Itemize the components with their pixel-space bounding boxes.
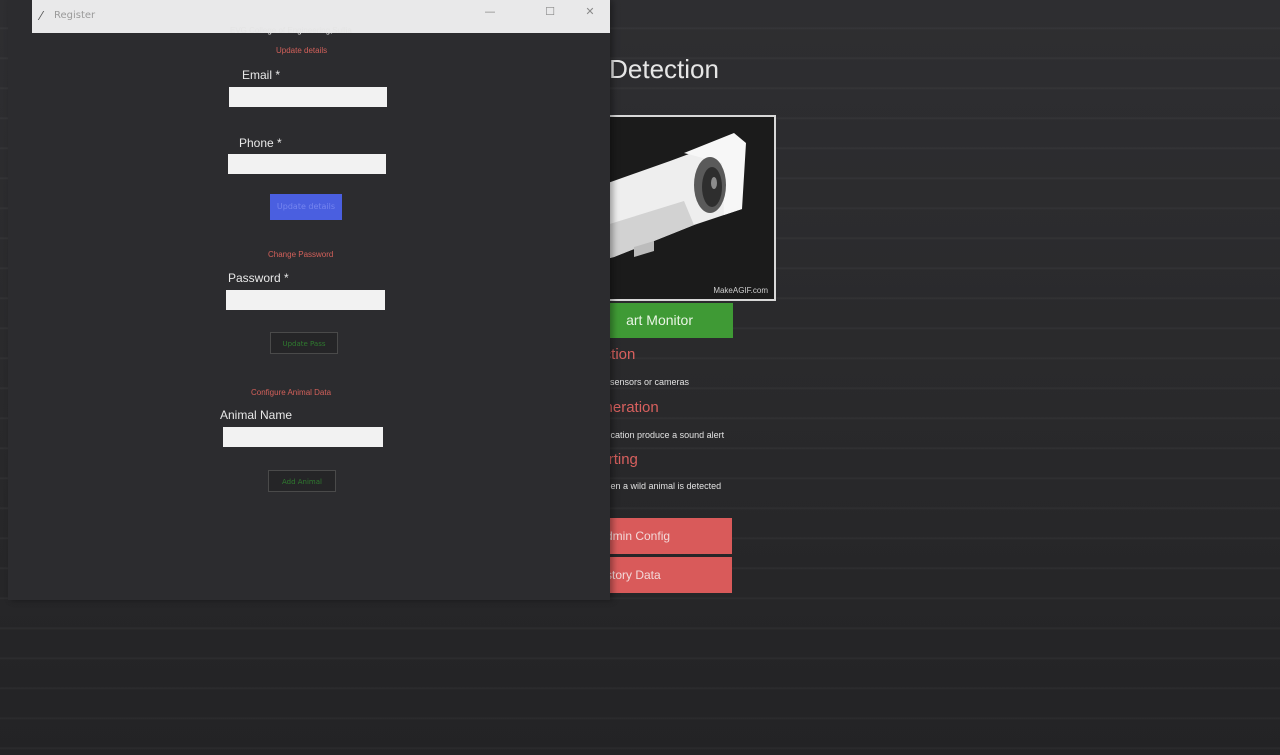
maximize-button[interactable]: ☐ <box>540 5 560 18</box>
phone-field[interactable] <box>228 154 386 174</box>
update-section-title: Update details <box>276 46 328 55</box>
window-title: Register <box>54 10 96 21</box>
phone-label: Phone * <box>239 136 282 150</box>
close-button[interactable]: ✕ <box>580 5 600 18</box>
desktop-screen: mal Detection MakeAGIF.com art Monitor D… <box>0 0 1280 755</box>
animal-config-title: Configure Animal Data <box>251 388 332 397</box>
email-field[interactable] <box>229 87 387 107</box>
add-animal-button[interactable]: Add Animal <box>268 470 336 492</box>
password-field[interactable] <box>226 290 385 310</box>
password-label: Password * <box>228 271 289 285</box>
college-name: EVG College of Engineering,Sullia <box>230 26 352 35</box>
minimize-button[interactable]: — <box>480 5 500 18</box>
animal-name-label: Animal Name <box>220 408 293 422</box>
update-password-button[interactable]: Update Pass <box>270 332 338 354</box>
feather-icon: ⁄ <box>40 9 43 23</box>
animal-name-field[interactable] <box>223 427 383 447</box>
camera-watermark: MakeAGIF.com <box>713 286 768 295</box>
email-label: Email * <box>242 68 281 82</box>
update-details-button[interactable]: Update details <box>270 194 342 220</box>
register-window: ⁄ Register — ☐ ✕ EVG College of Engineer… <box>8 0 610 600</box>
change-password-title: Change Password <box>268 250 334 259</box>
